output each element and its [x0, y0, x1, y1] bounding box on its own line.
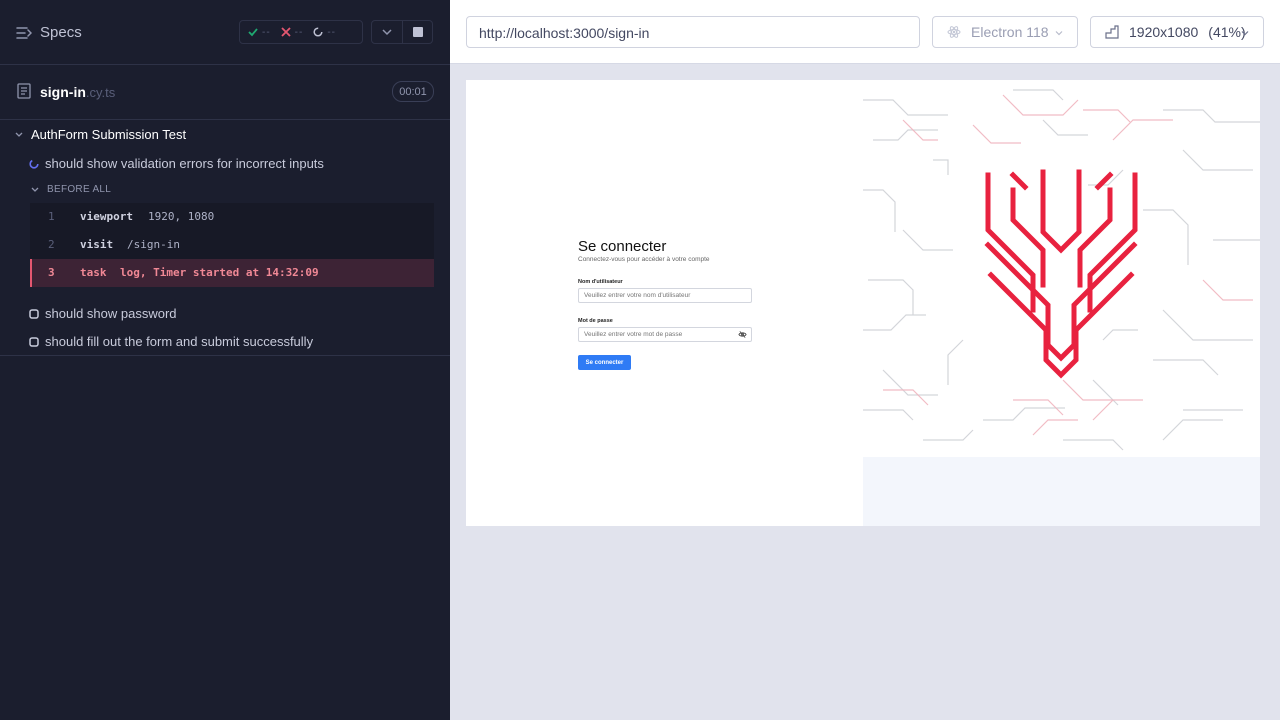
- username-input[interactable]: [578, 288, 752, 303]
- stop-icon: [412, 27, 423, 37]
- submit-button[interactable]: Se connecter: [578, 355, 631, 370]
- login-subtitle: Connectez-vous pour accéder à votre comp…: [578, 256, 710, 263]
- login-panel: Se connecter Connectez-vous pour accéder…: [466, 80, 863, 526]
- eye-off-icon[interactable]: [738, 330, 747, 339]
- viewport-ruler-icon: [1105, 25, 1119, 39]
- x-icon: [281, 27, 291, 37]
- failed-count: --: [294, 26, 304, 38]
- failed-stat: --: [281, 27, 304, 38]
- spec-file-ext: .cy.ts: [85, 85, 116, 100]
- viewport-selector[interactable]: 1920x1080 (41%): [1090, 16, 1264, 48]
- command-row[interactable]: 1 viewport 1920, 1080: [30, 203, 434, 231]
- stats-summary: -- -- --: [239, 20, 363, 44]
- reporter-header: Specs -- -- --: [0, 0, 450, 65]
- document-icon: [17, 83, 31, 99]
- reporter-panel: Specs -- -- -- sign-in.cy.ts 00:01 AuthF…: [0, 0, 450, 720]
- password-label: Mot de passe: [578, 318, 613, 324]
- test-title: should fill out the form and submit succ…: [45, 334, 314, 349]
- chevron-down-icon: [15, 132, 23, 137]
- electron-icon: [947, 26, 961, 38]
- command-message: 1920, 1080: [148, 210, 215, 223]
- app-under-test-frame: Se connecter Connectez-vous pour accéder…: [466, 80, 1260, 526]
- runner-toolbar: http://localhost:3000/sign-in Electron 1…: [450, 0, 1280, 64]
- spec-file-header: sign-in.cy.ts 00:01: [0, 65, 450, 120]
- toggle-auto-scroll-button[interactable]: [371, 20, 403, 44]
- pending-stat: --: [313, 27, 336, 38]
- username-label: Nom d'utilisateur: [578, 279, 623, 285]
- brand-panel-footer: [863, 457, 1260, 526]
- viewport-size: 1920x1080: [1129, 24, 1199, 40]
- test-row[interactable]: should show password: [0, 299, 450, 327]
- command-number: 1: [48, 210, 55, 223]
- specs-list-icon[interactable]: [16, 25, 32, 41]
- command-number: 3: [48, 266, 55, 279]
- specs-label[interactable]: Specs: [40, 24, 82, 41]
- command-name: visit: [80, 238, 114, 251]
- hook-title: BEFORE ALL: [47, 184, 112, 195]
- test-title: should show validation errors for incorr…: [45, 156, 324, 171]
- running-spinner-icon: [29, 159, 39, 169]
- command-message: /sign-in: [127, 238, 180, 251]
- chevron-down-icon: [1241, 31, 1249, 36]
- stop-button[interactable]: [403, 20, 433, 44]
- duration-badge: 00:01: [392, 81, 434, 102]
- test-title: should show password: [45, 306, 177, 321]
- url-bar[interactable]: http://localhost:3000/sign-in: [466, 16, 920, 48]
- passed-count: --: [262, 26, 271, 38]
- suite-title: AuthForm Submission Test: [31, 127, 187, 142]
- login-title: Se connecter: [578, 238, 667, 255]
- brand-panel: [863, 80, 1260, 457]
- chevron-down-icon: [31, 187, 39, 192]
- test-row[interactable]: should show validation errors for incorr…: [0, 149, 450, 177]
- pending-count: --: [327, 26, 337, 38]
- divider: [0, 355, 450, 356]
- spec-file-name[interactable]: sign-in.cy.ts: [40, 84, 115, 100]
- passed-stat: --: [248, 27, 271, 38]
- queued-icon: [29, 309, 39, 319]
- suite-row[interactable]: AuthForm Submission Test: [0, 120, 450, 148]
- command-name: viewport: [80, 210, 133, 223]
- command-row-active[interactable]: 3 task log, Timer started at 14:32:09: [30, 259, 434, 287]
- queued-icon: [29, 337, 39, 347]
- test-row[interactable]: should fill out the form and submit succ…: [0, 327, 450, 355]
- command-list: 1 viewport 1920, 1080 2 visit /sign-in 3…: [30, 203, 434, 287]
- browser-selector[interactable]: Electron 118: [932, 16, 1078, 48]
- browser-label: Electron 118: [971, 24, 1049, 40]
- command-name: task: [80, 266, 107, 279]
- command-number: 2: [48, 238, 55, 251]
- spec-file-basename: sign-in: [40, 84, 86, 100]
- command-row[interactable]: 2 visit /sign-in: [30, 231, 434, 259]
- chevron-down-icon: [382, 29, 392, 36]
- chevron-down-icon: [1055, 31, 1063, 36]
- hook-row[interactable]: BEFORE ALL: [0, 176, 450, 202]
- pending-icon: [313, 27, 323, 37]
- circuit-background-illustration: [863, 89, 1260, 451]
- password-input[interactable]: [578, 327, 752, 342]
- check-icon: [248, 28, 258, 37]
- command-message: log, Timer started at 14:32:09: [120, 266, 319, 279]
